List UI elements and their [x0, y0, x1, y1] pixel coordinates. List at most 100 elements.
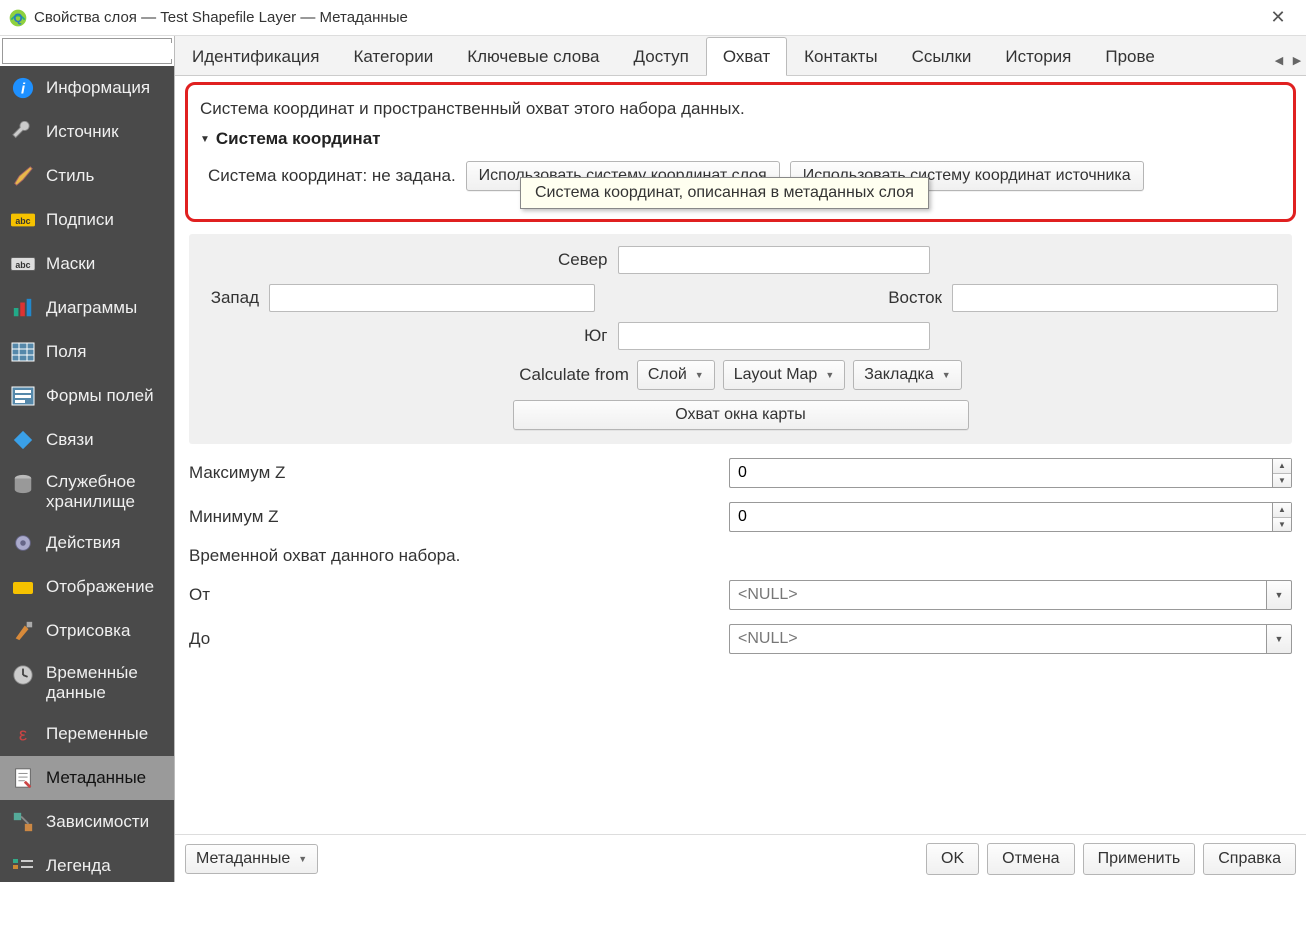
west-input[interactable]: [269, 284, 595, 312]
panel-intro: Система координат и пространственный охв…: [200, 99, 1281, 119]
calc-layer-dropdown[interactable]: Слой▼: [637, 360, 715, 390]
tab-validation[interactable]: Прове: [1088, 37, 1171, 75]
sidebar-item-relations[interactable]: Связи: [0, 418, 174, 462]
tab-contacts[interactable]: Контакты: [787, 37, 894, 75]
chevron-down-icon[interactable]: ▼: [1266, 624, 1292, 654]
clock-icon: [8, 663, 38, 687]
sidebar-item-actions[interactable]: Действия: [0, 521, 174, 565]
z-max-label: Максимум Z: [189, 463, 729, 483]
to-label: До: [189, 629, 729, 649]
metadata-menu-button[interactable]: Метаданные▼: [185, 844, 318, 874]
sidebar-item-label: Зависимости: [46, 812, 166, 832]
spatial-extent-block: Север Запад Восток Юг Calculate from: [189, 234, 1292, 444]
east-input[interactable]: [952, 284, 1278, 312]
ok-button[interactable]: OK: [926, 843, 979, 875]
sidebar-item-label: Стиль: [46, 166, 166, 186]
cancel-button[interactable]: Отмена: [987, 843, 1074, 875]
abc-gray-icon: abc: [8, 252, 38, 276]
app-icon: Q: [8, 8, 28, 28]
content-panel: Идентификация Категории Ключевые слова Д…: [174, 36, 1306, 882]
chevron-down-icon: ▼: [942, 370, 951, 380]
tab-identification[interactable]: Идентификация: [175, 37, 336, 75]
tab-links[interactable]: Ссылки: [895, 37, 989, 75]
temporal-heading: Временной охват данного набора.: [189, 546, 1292, 566]
sidebar-item-variables[interactable]: ε Переменные: [0, 712, 174, 756]
tab-keywords[interactable]: Ключевые слова: [450, 37, 616, 75]
metadata-tabs: Идентификация Категории Ключевые слова Д…: [175, 36, 1306, 76]
sidebar-item-diagrams[interactable]: Диаграммы: [0, 286, 174, 330]
spin-down-icon[interactable]: ▼: [1273, 518, 1291, 532]
chart-icon: [8, 296, 38, 320]
tab-access[interactable]: Доступ: [617, 37, 706, 75]
crs-section-title: Система координат: [216, 129, 381, 149]
sidebar: i Информация Источник Стиль abc Подписи …: [0, 36, 174, 882]
storage-icon: [8, 472, 38, 496]
tab-history[interactable]: История: [988, 37, 1088, 75]
close-icon[interactable]: ✕: [1258, 7, 1298, 28]
extent-panel: Система координат и пространственный охв…: [175, 76, 1306, 834]
sidebar-item-metadata[interactable]: Метаданные: [0, 756, 174, 800]
sidebar-item-field-forms[interactable]: Формы полей: [0, 374, 174, 418]
calculate-from-label: Calculate from: [519, 365, 629, 385]
north-input[interactable]: [618, 246, 930, 274]
z-min-input[interactable]: [729, 502, 1272, 532]
south-label: Юг: [552, 326, 608, 346]
sidebar-item-labels[interactable]: abc Подписи: [0, 198, 174, 242]
z-min-spinbox[interactable]: ▲▼: [729, 502, 1292, 532]
spin-up-icon[interactable]: ▲: [1273, 503, 1291, 518]
wrench-icon: [8, 120, 38, 144]
east-label: Восток: [886, 288, 942, 308]
from-label: От: [189, 585, 729, 605]
tab-categories[interactable]: Категории: [336, 37, 450, 75]
chevron-down-icon: ▼: [695, 370, 704, 380]
sidebar-item-dependencies[interactable]: Зависимости: [0, 800, 174, 844]
sidebar-item-information[interactable]: i Информация: [0, 66, 174, 110]
from-date-input[interactable]: [729, 580, 1266, 610]
tab-scroll-left[interactable]: ◀: [1270, 45, 1288, 75]
spin-down-icon[interactable]: ▼: [1273, 474, 1291, 488]
svg-text:abc: abc: [15, 260, 30, 270]
sidebar-item-label: Служебное хранилище: [46, 472, 166, 511]
sidebar-item-aux-storage[interactable]: Служебное хранилище: [0, 462, 174, 521]
sidebar-item-rendering[interactable]: Отрисовка: [0, 609, 174, 653]
sidebar-item-masks[interactable]: abc Маски: [0, 242, 174, 286]
sidebar-item-source[interactable]: Источник: [0, 110, 174, 154]
sidebar-search[interactable]: [2, 38, 172, 64]
calc-layout-dropdown[interactable]: Layout Map▼: [723, 360, 846, 390]
to-date-combo[interactable]: ▼: [729, 624, 1292, 654]
crs-section-header[interactable]: ▼ Система координат: [200, 129, 1281, 149]
z-min-label: Минимум Z: [189, 507, 729, 527]
west-label: Запад: [203, 288, 259, 308]
search-input[interactable]: [7, 43, 190, 59]
chevron-down-icon[interactable]: ▼: [1266, 580, 1292, 610]
to-date-input[interactable]: [729, 624, 1266, 654]
tab-extent[interactable]: Охват: [706, 37, 787, 76]
sidebar-item-label: Отрисовка: [46, 621, 166, 641]
help-button[interactable]: Справка: [1203, 843, 1296, 875]
sidebar-item-style[interactable]: Стиль: [0, 154, 174, 198]
sidebar-item-temporal[interactable]: Временны́е данные: [0, 653, 174, 712]
sidebar-item-display[interactable]: Отображение: [0, 565, 174, 609]
titlebar: Q Свойства слоя — Test Shapefile Layer —…: [0, 0, 1306, 36]
tab-scroll-right[interactable]: ▶: [1288, 45, 1306, 75]
apply-button[interactable]: Применить: [1083, 843, 1196, 875]
legend-icon: [8, 854, 38, 878]
spin-up-icon[interactable]: ▲: [1273, 459, 1291, 474]
sidebar-item-fields[interactable]: Поля: [0, 330, 174, 374]
gear-icon: [8, 531, 38, 555]
table-icon: [8, 340, 38, 364]
from-date-combo[interactable]: ▼: [729, 580, 1292, 610]
sidebar-item-label: Метаданные: [46, 768, 166, 788]
document-icon: [8, 766, 38, 790]
canvas-extent-button[interactable]: Охват окна карты: [513, 400, 969, 430]
sidebar-item-label: Легенда: [46, 856, 166, 876]
south-input[interactable]: [618, 322, 930, 350]
calc-bookmark-dropdown[interactable]: Закладка▼: [853, 360, 961, 390]
sidebar-item-label: Связи: [46, 430, 166, 450]
abc-yellow-icon: abc: [8, 208, 38, 232]
sidebar-item-legend[interactable]: Легенда: [0, 844, 174, 882]
z-max-spinbox[interactable]: ▲▼: [729, 458, 1292, 488]
sidebar-item-label: Формы полей: [46, 386, 166, 406]
crs-highlight: Система координат и пространственный охв…: [185, 82, 1296, 222]
z-max-input[interactable]: [729, 458, 1272, 488]
